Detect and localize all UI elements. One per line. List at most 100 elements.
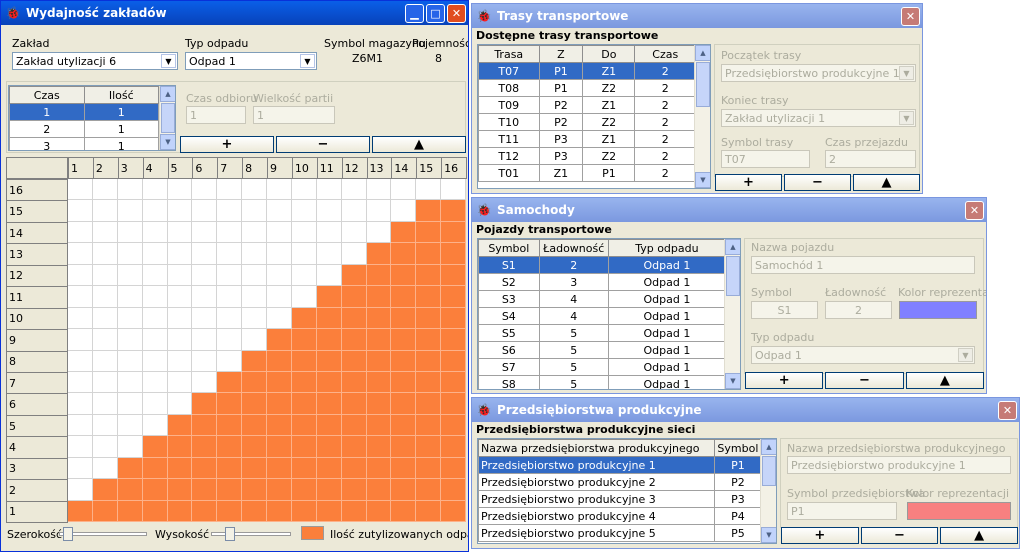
- table-row[interactable]: S4 4 Odpad 1: [478, 307, 727, 325]
- table-row[interactable]: T11 P3 Z1 2: [478, 130, 696, 148]
- chevron-down-icon[interactable]: ▼: [161, 54, 176, 68]
- table-row[interactable]: S5 5 Odpad 1: [478, 324, 727, 342]
- add-button[interactable]: +: [745, 372, 824, 389]
- scroll-thumb[interactable]: [762, 456, 776, 486]
- scroll-thumb[interactable]: [726, 256, 740, 296]
- add-button[interactable]: +: [781, 527, 859, 544]
- remove-button[interactable]: −: [276, 136, 370, 153]
- column-header[interactable]: Z: [538, 45, 584, 63]
- column-header[interactable]: Symbol: [713, 439, 763, 457]
- vertical-scrollbar[interactable]: ▲ ▼: [694, 45, 710, 188]
- slider-knob[interactable]: [225, 527, 235, 541]
- kolor-swatch[interactable]: [899, 301, 977, 319]
- table-row[interactable]: 11: [9, 103, 159, 121]
- vertical-scrollbar[interactable]: ▲ ▼: [724, 239, 740, 389]
- edit-button[interactable]: ▲: [905, 372, 984, 389]
- vertical-scrollbar[interactable]: ▲ ▼: [159, 86, 175, 150]
- scroll-thumb[interactable]: [696, 62, 710, 107]
- table-row[interactable]: T12 P3 Z2 2: [478, 147, 696, 165]
- chevron-down-icon[interactable]: ▼: [300, 54, 315, 68]
- table-row[interactable]: Przedsiębiorstwo produkcyjne 4 P4: [478, 507, 763, 525]
- close-button[interactable]: ✕: [447, 3, 466, 23]
- scroll-up-icon[interactable]: ▲: [725, 239, 740, 255]
- title-bar[interactable]: 🐞 Samochody ✕: [472, 198, 986, 222]
- scroll-down-icon[interactable]: ▼: [695, 172, 710, 188]
- column-header[interactable]: Do: [582, 45, 636, 63]
- column-header[interactable]: Ładowność: [538, 239, 609, 257]
- scroll-down-icon[interactable]: ▼: [761, 527, 776, 543]
- table-row[interactable]: T07 P1 Z1 2: [478, 62, 696, 80]
- szerokosc-slider[interactable]: [59, 527, 147, 541]
- scroll-up-icon[interactable]: ▲: [695, 45, 710, 61]
- title-bar[interactable]: 🐞 Przedsiębiorstwa produkcyjne ✕: [472, 398, 1019, 422]
- symbol-field[interactable]: S1: [751, 301, 818, 319]
- table-row[interactable]: Przedsiębiorstwo produkcyjne 2 P2: [478, 473, 763, 491]
- table-row[interactable]: S3 4 Odpad 1: [478, 290, 727, 308]
- symbol-field[interactable]: P1: [787, 502, 897, 520]
- table-row[interactable]: S7 5 Odpad 1: [478, 358, 727, 376]
- title-bar[interactable]: 🐞 Wydajność zakładów ▁ □ ✕: [1, 1, 468, 25]
- table-row[interactable]: T01 Z1 P1 2: [478, 164, 696, 182]
- scroll-down-icon[interactable]: ▼: [725, 373, 740, 389]
- table-row[interactable]: 21: [9, 120, 159, 138]
- czas-przejazdu-field[interactable]: 2: [825, 150, 916, 168]
- wielkosc-partii-field[interactable]: 1: [253, 106, 335, 124]
- vertical-scrollbar[interactable]: ▲ ▼: [760, 439, 776, 543]
- remove-button[interactable]: −: [784, 174, 851, 191]
- column-header[interactable]: Czas: [9, 86, 85, 104]
- add-button[interactable]: +: [180, 136, 274, 153]
- table-row[interactable]: S1 2 Odpad 1: [478, 256, 727, 274]
- close-button[interactable]: ✕: [901, 6, 920, 26]
- ladownosc-field[interactable]: 2: [825, 301, 892, 319]
- table-row[interactable]: Przedsiębiorstwo produkcyjne 3 P3: [478, 490, 763, 508]
- edit-button[interactable]: ▲: [940, 527, 1019, 544]
- minimize-button[interactable]: ▁: [405, 3, 424, 23]
- column-header[interactable]: Typ odpadu: [607, 239, 727, 257]
- zaklad-select[interactable]: Zakład utylizacji 6 ▼: [12, 52, 178, 70]
- scroll-up-icon[interactable]: ▲: [761, 439, 776, 455]
- table-row[interactable]: Przedsiębiorstwo produkcyjne 5 P5: [478, 524, 763, 542]
- chevron-down-icon[interactable]: ▼: [899, 111, 914, 125]
- column-header[interactable]: Trasa: [478, 45, 540, 63]
- samochody-grid[interactable]: Symbol Ładowność Typ odpadu S1 2 Odpad 1 S2 3 Od…: [477, 238, 741, 390]
- remove-button[interactable]: −: [860, 527, 939, 544]
- typ-odpadu-select[interactable]: Odpad 1 ▼: [185, 52, 317, 70]
- table-row[interactable]: S6 5 Odpad 1: [478, 341, 727, 359]
- wysokosc-slider[interactable]: [211, 527, 291, 541]
- przedsiebiorstwa-grid[interactable]: Nazwa przedsiębiorstwa produkcyjnego Symb…: [477, 438, 777, 544]
- typ-odpadu-select[interactable]: Odpad 1 ▼: [751, 346, 975, 364]
- chevron-down-icon[interactable]: ▼: [958, 348, 973, 362]
- column-header[interactable]: Symbol: [478, 239, 540, 257]
- maximize-button[interactable]: □: [426, 3, 445, 23]
- kolor-swatch[interactable]: [907, 502, 1011, 520]
- table-row[interactable]: 31: [9, 137, 159, 150]
- edit-button[interactable]: ▲: [853, 174, 920, 191]
- table-row[interactable]: T09 P2 Z1 2: [478, 96, 696, 114]
- table-row[interactable]: T10 P2 Z2 2: [478, 113, 696, 131]
- column-header[interactable]: Czas: [634, 45, 696, 63]
- nazwa-pojazdu-field[interactable]: Samochód 1: [751, 256, 975, 274]
- chevron-down-icon[interactable]: ▼: [899, 66, 914, 80]
- table-row[interactable]: T08 P1 Z2 2: [478, 79, 696, 97]
- scroll-up-icon[interactable]: ▲: [160, 86, 175, 102]
- add-button[interactable]: +: [715, 174, 782, 191]
- table-row[interactable]: S2 3 Odpad 1: [478, 273, 727, 291]
- column-header[interactable]: Nazwa przedsiębiorstwa produkcyjnego: [478, 439, 715, 457]
- scroll-thumb[interactable]: [161, 103, 175, 133]
- scroll-down-icon[interactable]: ▼: [160, 134, 175, 150]
- table-row[interactable]: Przedsiębiorstwo produkcyjne 1 P1: [478, 456, 763, 474]
- column-header[interactable]: Ilość: [83, 86, 159, 104]
- close-button[interactable]: ✕: [965, 200, 984, 220]
- poczatek-select[interactable]: Przedsiębiorstwo produkcyjne 1 ▼: [721, 64, 916, 82]
- czas-odbioru-field[interactable]: 1: [186, 106, 246, 124]
- table-row[interactable]: S8 5 Odpad 1: [478, 375, 727, 389]
- remove-button[interactable]: −: [825, 372, 904, 389]
- slider-knob[interactable]: [62, 527, 73, 541]
- nazwa-field[interactable]: Przedsiębiorstwo produkcyjne 1: [787, 456, 1011, 474]
- title-bar[interactable]: 🐞 Trasy transportowe ✕: [472, 4, 922, 28]
- trasy-grid[interactable]: Trasa Z Do Czas T07 P1 Z1 2 T08 P1 Z2 2 T09 P2 Z1 2 T10 P…: [477, 44, 711, 189]
- czas-ilosc-grid[interactable]: Czas Ilość 1 1 2 1 3 1 ▲ ▼: [8, 85, 176, 151]
- edit-button[interactable]: ▲: [372, 136, 466, 153]
- koniec-select[interactable]: Zakład utylizacji 1 ▼: [721, 109, 916, 127]
- symbol-trasy-field[interactable]: T07: [721, 150, 810, 168]
